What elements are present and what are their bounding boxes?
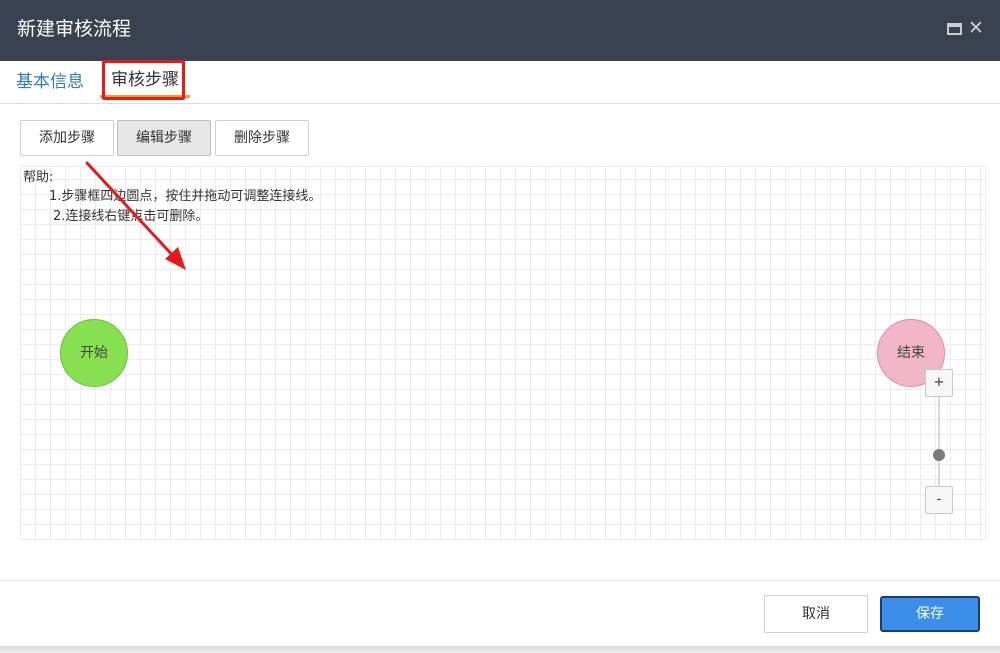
- close-icon[interactable]: ✕: [968, 16, 984, 40]
- save-button[interactable]: 保存: [880, 596, 980, 632]
- flow-canvas[interactable]: 帮助: 1.步骤框四边圆点，按住并拖动可调整连接线。 2.连接线右键点击可删除。…: [20, 166, 986, 540]
- start-node[interactable]: 开始: [60, 319, 128, 387]
- delete-step-button[interactable]: 删除步骤: [215, 120, 309, 156]
- zoom-in-button[interactable]: +: [925, 369, 953, 397]
- help-line-2: 2.连接线右键点击可删除。: [53, 209, 209, 224]
- dialog-titlebar: 新建审核流程 ✕: [0, 0, 1000, 61]
- help-line-1: 1.步骤框四边圆点，按住并拖动可调整连接线。: [49, 189, 322, 204]
- zoom-slider-handle[interactable]: [933, 449, 945, 461]
- tab-basic-info[interactable]: 基本信息: [16, 70, 84, 94]
- help-title: 帮助:: [23, 170, 54, 185]
- zoom-slider-track[interactable]: [938, 397, 940, 486]
- cancel-button[interactable]: 取消: [764, 595, 868, 633]
- zoom-out-button[interactable]: -: [925, 486, 953, 514]
- add-step-button[interactable]: 添加步骤: [20, 120, 114, 156]
- annotation-highlight-box: [102, 60, 185, 100]
- bottom-shadow: [0, 646, 1000, 653]
- edit-step-button[interactable]: 编辑步骤: [117, 120, 211, 156]
- maximize-icon[interactable]: [947, 23, 962, 35]
- dialog-title: 新建审核流程: [17, 18, 132, 40]
- footer-divider: [0, 580, 1000, 581]
